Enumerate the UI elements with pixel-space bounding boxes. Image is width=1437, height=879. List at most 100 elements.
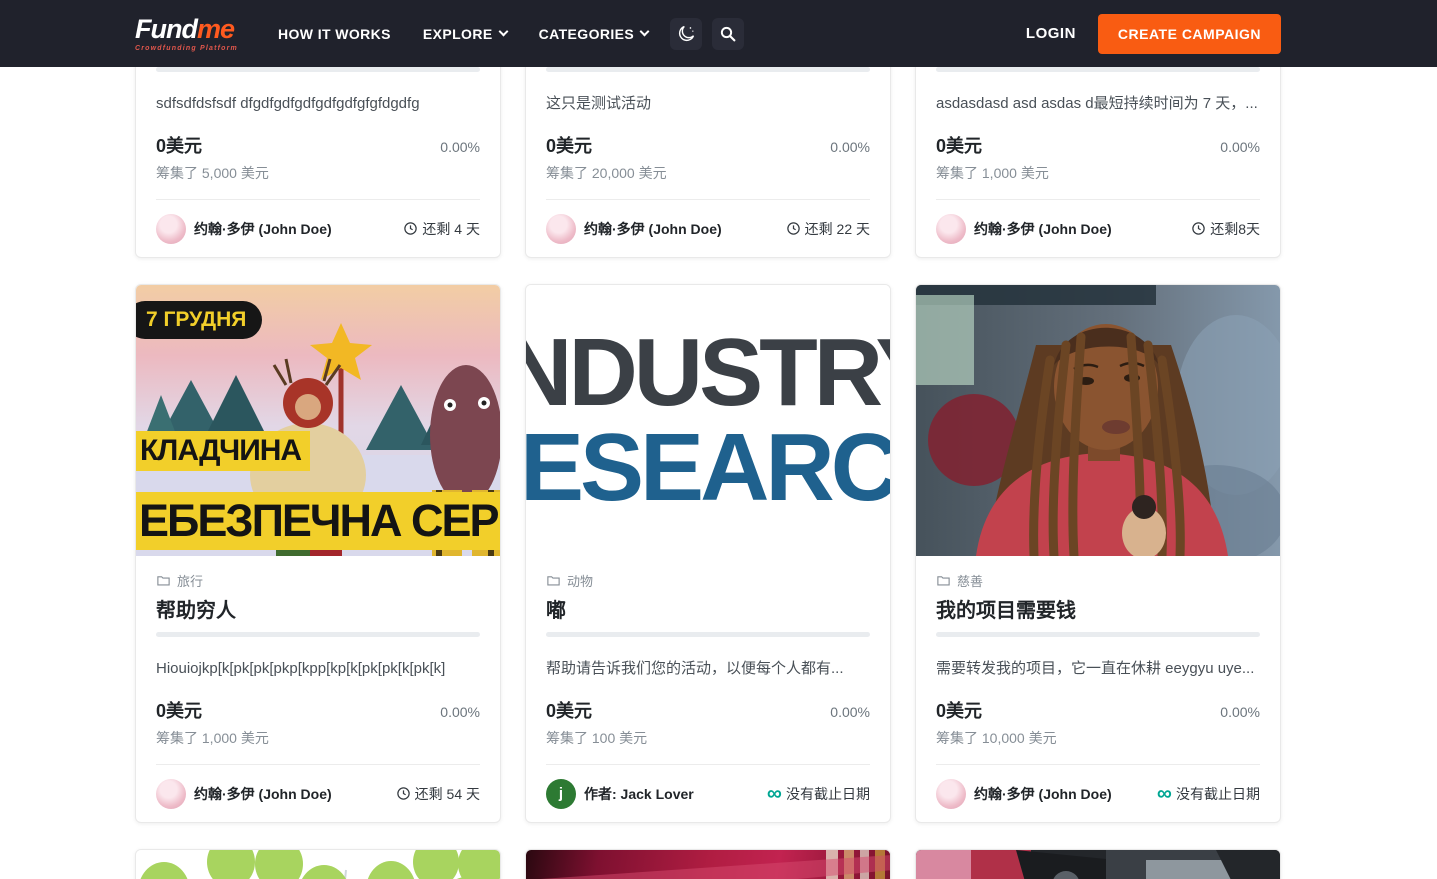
poster-banner: ЕБЕЗПЕЧНА СЕРЕДА xyxy=(136,492,500,550)
campaign-card[interactable]: 慈善 我的项目需要钱 需要转发我的项目，它一直在休耕 eeygyu uye...… xyxy=(915,284,1281,823)
folder-icon xyxy=(546,573,561,588)
campaign-image: 7 ГРУДНЯ КЛАДЧИНА ЕБЕЗПЕЧНА СЕРЕДА xyxy=(136,285,500,556)
portrait-photo xyxy=(916,285,1280,556)
campaign-description: asdasdasd asd asdas d最短持续时间为 7 天，... xyxy=(936,92,1260,116)
folder-icon xyxy=(936,573,951,588)
campaign-card[interactable] xyxy=(135,849,501,879)
amount-raised: 0美元 xyxy=(546,697,592,723)
campaign-description: 帮助请告诉我们您的活动，以便每个人都有... xyxy=(546,657,870,681)
brand-logo[interactable]: Fundme Crowdfunding Platform xyxy=(135,16,238,52)
chevron-down-icon xyxy=(640,27,650,37)
clock-icon xyxy=(403,221,418,236)
poster-label: КЛАДЧИНА xyxy=(136,431,310,471)
campaign-image xyxy=(916,285,1280,556)
campaign-title[interactable]: 嘟 xyxy=(546,594,870,622)
campaign-author[interactable]: 约翰·多伊 (John Doe) xyxy=(156,779,332,809)
campaign-author[interactable]: 约翰·多伊 (John Doe) xyxy=(546,214,722,244)
percent-funded: 0.00% xyxy=(440,139,480,155)
category-label[interactable]: 慈善 xyxy=(936,570,1260,590)
deadline-text: 还剩8天 xyxy=(1191,219,1260,239)
campaign-image xyxy=(136,850,500,879)
percent-funded: 0.00% xyxy=(1220,704,1260,720)
percent-funded: 0.00% xyxy=(440,704,480,720)
crimson-photo xyxy=(526,850,890,879)
campaign-author[interactable]: j 作者: Jack Lover xyxy=(546,779,694,809)
amount-raised: 0美元 xyxy=(156,697,202,723)
nav-how-it-works[interactable]: HOW IT WORKS xyxy=(266,16,403,52)
progress-bar xyxy=(156,632,480,637)
campaign-author[interactable]: 约翰·多伊 (John Doe) xyxy=(156,214,332,244)
infinity-icon: ∞ xyxy=(1157,787,1172,801)
avatar xyxy=(936,779,966,809)
campaign-card[interactable]: 7 ГРУДНЯ КЛАДЧИНА ЕБЕЗПЕЧНА СЕРЕДА 旅行 帮助… xyxy=(135,284,501,823)
goal-text: 筹集了 1,000 美元 xyxy=(936,163,1260,183)
industry-logo-line2: RESEARCH xyxy=(526,421,890,515)
poster-date-badge: 7 ГРУДНЯ xyxy=(136,301,262,339)
goal-text: 筹集了 1,000 美元 xyxy=(156,728,480,748)
nav-explore[interactable]: EXPLORE xyxy=(411,16,519,52)
login-link[interactable]: LOGIN xyxy=(1026,25,1076,42)
create-campaign-button[interactable]: CREATE CAMPAIGN xyxy=(1098,14,1281,54)
deadline-text: 还剩 22 天 xyxy=(786,219,870,239)
amount-raised: 0美元 xyxy=(156,132,202,158)
moon-icon xyxy=(677,24,696,43)
deadline-text: 还剩 4 天 xyxy=(403,219,480,239)
campaign-card[interactable] xyxy=(525,849,891,879)
search-button[interactable] xyxy=(712,18,744,50)
goal-text: 筹集了 20,000 美元 xyxy=(546,163,870,183)
brand-tagline: Crowdfunding Platform xyxy=(135,45,238,52)
goal-text: 筹集了 5,000 美元 xyxy=(156,163,480,183)
percent-funded: 0.00% xyxy=(830,139,870,155)
deadline-text: 还剩 54 天 xyxy=(396,784,480,804)
campaign-description: sdfsdfdsfsdf dfgdfgdfgdfgdfgdfgfgfdgdfg xyxy=(156,92,480,116)
campaign-title[interactable]: 我的项目需要钱 xyxy=(936,594,1260,622)
campaign-description: Hiouiojkp[k[pk[pk[pkp[kpp[kp[k[pk[pk[k[p… xyxy=(156,657,480,681)
clock-icon xyxy=(786,221,801,236)
goal-text: 筹集了 10,000 美元 xyxy=(936,728,1260,748)
campaign-image xyxy=(526,850,890,879)
dark-mode-toggle[interactable] xyxy=(670,18,702,50)
goal-text: 筹集了 100 美元 xyxy=(546,728,870,748)
progress-bar xyxy=(546,632,870,637)
campaign-grid: sdfsdfdsfsdf dfgdfgdfgdfgdfgdfgfgfdgdfg … xyxy=(135,0,1281,879)
brand-name: Fundme xyxy=(135,16,238,43)
nav-categories[interactable]: CATEGORIES xyxy=(527,16,661,52)
progress-bar xyxy=(936,632,1260,637)
avatar xyxy=(156,214,186,244)
chevron-down-icon xyxy=(498,27,508,37)
campaign-image xyxy=(916,850,1280,879)
campaign-title[interactable]: 帮助穷人 xyxy=(156,594,480,622)
progress-bar xyxy=(546,67,870,72)
campaign-author[interactable]: 约翰·多伊 (John Doe) xyxy=(936,214,1112,244)
percent-funded: 0.00% xyxy=(830,704,870,720)
clock-icon xyxy=(396,786,411,801)
amount-raised: 0美元 xyxy=(936,697,982,723)
top-navbar: Fundme Crowdfunding Platform HOW IT WORK… xyxy=(0,0,1437,67)
folder-icon xyxy=(156,573,171,588)
avatar: j xyxy=(546,779,576,809)
avatar xyxy=(546,214,576,244)
industry-logo-line1: INDUSTRY xyxy=(526,326,890,420)
category-label[interactable]: 动物 xyxy=(546,570,870,590)
avatar xyxy=(936,214,966,244)
percent-funded: 0.00% xyxy=(1220,139,1260,155)
clock-icon xyxy=(1191,221,1206,236)
deadline-text: ∞ 没有截止日期 xyxy=(1157,784,1260,804)
infinity-icon: ∞ xyxy=(767,787,782,801)
progress-bar xyxy=(936,67,1260,72)
amount-raised: 0美元 xyxy=(546,132,592,158)
avatar xyxy=(156,779,186,809)
main-nav: HOW IT WORKS EXPLORE CATEGORIES xyxy=(266,16,660,52)
search-icon xyxy=(719,25,737,43)
car-engine-photo xyxy=(916,850,1280,879)
campaign-card[interactable] xyxy=(915,849,1281,879)
campaign-card[interactable]: INDUSTRY RESEARCH 动物 嘟 帮助请告诉我们您的活动，以便每个人… xyxy=(525,284,891,823)
balloons-illustration xyxy=(136,850,500,879)
campaign-image: INDUSTRY RESEARCH xyxy=(526,285,890,556)
amount-raised: 0美元 xyxy=(936,132,982,158)
campaign-author[interactable]: 约翰·多伊 (John Doe) xyxy=(936,779,1112,809)
progress-bar xyxy=(156,67,480,72)
campaign-description: 需要转发我的项目，它一直在休耕 eeygyu uye... xyxy=(936,657,1260,681)
category-label[interactable]: 旅行 xyxy=(156,570,480,590)
deadline-text: ∞ 没有截止日期 xyxy=(767,784,870,804)
